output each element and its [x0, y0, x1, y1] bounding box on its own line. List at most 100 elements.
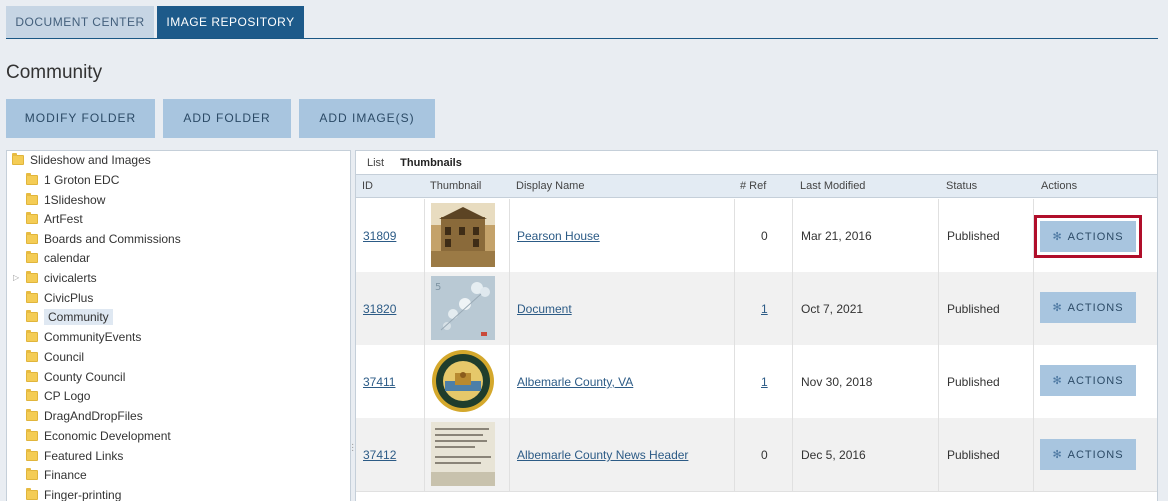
tree-item-calendar[interactable]: calendar [26, 249, 90, 267]
tree-root-slideshow-and-images[interactable]: Slideshow and Images [12, 151, 151, 169]
thumbnail-image[interactable]: 5 [431, 276, 495, 340]
tree-item-finger-printing[interactable]: Finger-printing [26, 486, 121, 501]
grid-bottom-divider [356, 491, 1157, 492]
page-title: Community [6, 62, 103, 83]
add-folder-button[interactable]: ADD FOLDER [163, 99, 291, 138]
actions-button[interactable]: ✻ ACTIONS [1040, 365, 1136, 396]
tree-item-cp-logo[interactable]: CP Logo [26, 387, 90, 405]
ref-count-link[interactable]: 1 [761, 302, 768, 316]
thumbnail-image[interactable] [431, 203, 495, 267]
folder-icon [26, 173, 38, 185]
display-name-link[interactable]: Albemarle County, VA [517, 375, 633, 389]
tree-item-finance[interactable]: Finance [26, 466, 87, 484]
folder-icon [26, 468, 38, 480]
tree-item-label: Boards and Commissions [44, 232, 181, 246]
tree-item-label: DragAndDropFiles [44, 409, 143, 423]
folder-icon [26, 193, 38, 205]
gear-icon: ✻ [1052, 302, 1063, 314]
folder-icon [26, 251, 38, 263]
tree-item-civicplus[interactable]: CivicPlus [26, 289, 93, 307]
gear-icon: ✻ [1052, 231, 1063, 243]
tree-item-label: Finger-printing [44, 488, 122, 501]
column-header-last-modified[interactable]: Last Modified [800, 180, 865, 192]
tree-item-draganddropfiles[interactable]: DragAndDropFiles [26, 407, 143, 425]
table-row: 31820 5 Document 1 Oct 7, 2021 Published… [356, 272, 1157, 345]
thumbnail-image[interactable] [431, 422, 495, 486]
open-folder-icon [26, 310, 38, 322]
tree-item-communityevents[interactable]: CommunityEvents [26, 328, 141, 346]
tree-item-label: ArtFest [44, 212, 83, 226]
actions-label: ACTIONS [1067, 374, 1124, 387]
gear-icon: ✻ [1052, 449, 1063, 461]
view-tab-list[interactable]: List [367, 157, 384, 169]
actions-button[interactable]: ✻ ACTIONS [1034, 215, 1142, 258]
splitter-grip-icon[interactable]: · · · [351, 440, 354, 456]
tree-item-label: Slideshow and Images [30, 153, 151, 167]
tree-item-label: Economic Development [44, 429, 171, 443]
image-id-link[interactable]: 31820 [363, 302, 396, 316]
tree-item-boards-and-commissions[interactable]: Boards and Commissions [26, 230, 181, 248]
tab-document-center[interactable]: DOCUMENT CENTER [6, 6, 154, 38]
tree-item-label: County Council [44, 370, 126, 384]
tree-item-community[interactable]: Community [26, 308, 113, 326]
tree-item-label: CommunityEvents [44, 330, 142, 344]
modify-folder-button[interactable]: MODIFY FOLDER [6, 99, 155, 138]
thumbnail-image[interactable] [431, 349, 495, 413]
ref-count: 0 [761, 448, 768, 462]
actions-button[interactable]: ✻ ACTIONS [1040, 439, 1136, 470]
folder-icon [26, 212, 38, 224]
folder-icon [26, 291, 38, 303]
image-id-link[interactable]: 37411 [363, 375, 395, 389]
display-name-link[interactable]: Albemarle County News Header [517, 448, 688, 462]
display-name-link[interactable]: Pearson House [517, 229, 600, 243]
tree-item-1-groton-edc[interactable]: 1 Groton EDC [26, 171, 119, 189]
tree-item-artfest[interactable]: ArtFest [26, 210, 83, 228]
expand-arrow-icon[interactable]: ▷ [13, 273, 19, 282]
tree-item-1slideshow[interactable]: 1Slideshow [26, 191, 105, 209]
tree-item-label: Council [44, 350, 85, 364]
table-row: 37412 Albemarle County News Header 0 Dec… [356, 418, 1157, 491]
folder-icon [12, 153, 24, 165]
tree-item-council[interactable]: Council [26, 348, 84, 366]
column-header-actions[interactable]: Actions [1041, 180, 1077, 192]
gear-icon: ✻ [1052, 375, 1063, 387]
tree-item-featured-links[interactable]: Featured Links [26, 447, 123, 465]
actions-label: ACTIONS [1067, 448, 1124, 461]
column-header-status[interactable]: Status [946, 180, 977, 192]
column-header-ref[interactable]: # Ref [740, 180, 766, 192]
add-images-button[interactable]: ADD IMAGE(S) [299, 99, 435, 138]
tree-item-label: CivicPlus [44, 291, 94, 305]
display-name-link[interactable]: Document [517, 302, 572, 316]
folder-tree: Slideshow and Images 1 Groton EDC 1Slide… [6, 150, 351, 501]
tree-item-civicalerts[interactable]: civicalerts [26, 269, 97, 287]
tree-item-economic-development[interactable]: Economic Development [26, 427, 171, 445]
tree-item-county-council[interactable]: County Council [26, 368, 125, 386]
column-header-display-name[interactable]: Display Name [516, 180, 584, 192]
grid-header: ID Thumbnail Display Name # Ref Last Mod… [356, 174, 1157, 198]
image-grid: List Thumbnails ID Thumbnail Display Nam… [355, 150, 1158, 501]
svg-text:5: 5 [435, 282, 441, 293]
status-text: Published [947, 302, 1000, 316]
column-header-thumbnail[interactable]: Thumbnail [430, 180, 481, 192]
tree-item-label: 1Slideshow [44, 193, 106, 207]
top-tabs: DOCUMENT CENTER IMAGE REPOSITORY [6, 6, 1158, 39]
folder-icon [26, 330, 38, 342]
folder-icon [26, 350, 38, 362]
column-header-id[interactable]: ID [362, 180, 373, 192]
image-id-link[interactable]: 31809 [363, 229, 396, 243]
last-modified: Dec 5, 2016 [801, 448, 866, 462]
status-text: Published [947, 375, 1000, 389]
folder-icon [26, 271, 38, 283]
folder-icon [26, 389, 38, 401]
view-tab-thumbnails[interactable]: Thumbnails [400, 157, 462, 169]
folder-icon [26, 429, 38, 441]
folder-icon [26, 409, 38, 421]
status-text: Published [947, 229, 1000, 243]
actions-button[interactable]: ✻ ACTIONS [1040, 292, 1136, 323]
status-text: Published [947, 448, 1000, 462]
image-id-link[interactable]: 37412 [363, 448, 396, 462]
actions-label: ACTIONS [1067, 230, 1124, 243]
last-modified: Mar 21, 2016 [801, 229, 872, 243]
tab-image-repository[interactable]: IMAGE REPOSITORY [157, 6, 304, 38]
ref-count-link[interactable]: 1 [761, 375, 768, 389]
